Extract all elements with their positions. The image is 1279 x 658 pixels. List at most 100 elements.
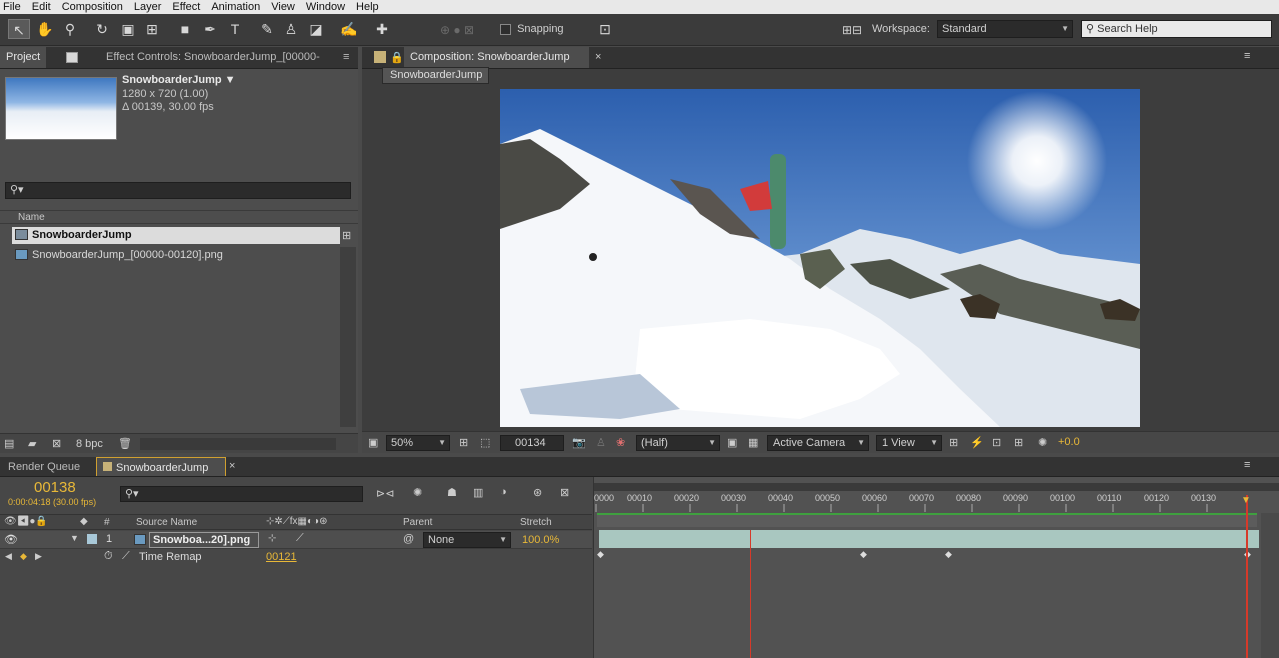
reset-exposure-icon[interactable]: ✺ bbox=[1038, 436, 1047, 449]
trash-icon[interactable]: 🗑 bbox=[118, 437, 132, 450]
toggle-pixel-aspect-icon[interactable]: ⊞ bbox=[949, 436, 958, 449]
graph-scrollbar[interactable] bbox=[1261, 513, 1279, 658]
transparency-grid-icon[interactable]: ▦ bbox=[748, 436, 758, 449]
pan-behind-tool-icon[interactable]: ⊞ bbox=[141, 19, 163, 39]
project-item-composition[interactable]: SnowboarderJump bbox=[12, 227, 340, 244]
view-layout-select[interactable]: 1 View ▼ bbox=[876, 435, 942, 451]
graph-icon[interactable]: ⟋ bbox=[122, 550, 130, 563]
region-of-interest-icon[interactable]: ▣ bbox=[727, 436, 737, 449]
keyframe-diamond[interactable]: ◆ bbox=[597, 549, 604, 560]
comp-title[interactable]: SnowboarderJump ▼ bbox=[122, 74, 236, 86]
work-area-bar[interactable] bbox=[597, 513, 1257, 527]
playhead-handle-icon[interactable]: ▼ bbox=[1241, 495, 1251, 506]
prev-keyframe-icon[interactable]: ◀ bbox=[5, 551, 12, 562]
eye-icon[interactable]: 👁 bbox=[4, 533, 18, 546]
timeline-search-input[interactable]: ⚲▾ bbox=[120, 486, 363, 502]
flowchart-icon[interactable]: ⊞ bbox=[1014, 436, 1023, 449]
close-icon[interactable]: × bbox=[595, 51, 601, 63]
interpret-footage-icon[interactable]: ▤ bbox=[4, 437, 14, 450]
tab-composition[interactable]: Composition: SnowboarderJump ▼ bbox=[404, 47, 589, 82]
hand-tool-icon[interactable]: ✋ bbox=[34, 19, 56, 39]
keyframe-diamond[interactable]: ◆ bbox=[860, 549, 867, 560]
effect-controls-lock-icon[interactable] bbox=[66, 52, 78, 63]
time-ruler[interactable]: 0000 00010 00020 00030 00040 00050 00060 00070 0… bbox=[594, 490, 1279, 512]
show-snapshot-icon[interactable]: ♙ bbox=[596, 436, 606, 449]
tab-effect-controls[interactable]: Effect Controls: SnowboarderJump_[00000- bbox=[100, 47, 326, 68]
bit-depth-label[interactable]: 8 bpc bbox=[76, 438, 103, 450]
time-remap-value[interactable]: 00121 bbox=[266, 551, 297, 563]
column-source-name[interactable]: Source Name bbox=[136, 517, 197, 528]
menu-effect[interactable]: Effect bbox=[169, 0, 208, 14]
snapping-checkbox[interactable] bbox=[500, 23, 511, 35]
timeline-graph-area[interactable]: 0000 00010 00020 00030 00040 00050 00060 00070 0… bbox=[593, 477, 1279, 658]
lock-icon[interactable]: 🔒 bbox=[390, 51, 404, 64]
type-tool-icon[interactable]: T bbox=[224, 19, 246, 39]
always-preview-icon[interactable]: ▣ bbox=[368, 436, 378, 449]
layer-row[interactable]: 👁 ▼ 1 Snowboa...20].png ⊹ ⟋ @ None ▼ 100… bbox=[0, 531, 592, 549]
new-folder-icon[interactable]: ▰ bbox=[28, 437, 36, 450]
layer-duration-bar[interactable] bbox=[599, 530, 1259, 548]
panel-menu-icon[interactable]: ≡ bbox=[1244, 459, 1250, 471]
safe-zones-icon[interactable]: ⊞ bbox=[459, 436, 468, 449]
menu-animation[interactable]: Animation bbox=[208, 0, 268, 14]
layer-name[interactable]: Snowboa...20].png bbox=[149, 532, 259, 548]
current-time-display[interactable]: 00138 bbox=[34, 479, 76, 496]
keyframe-diamond[interactable]: ◆ bbox=[945, 549, 952, 560]
current-frame-field[interactable]: 00134 bbox=[500, 435, 564, 451]
brush-tool-icon[interactable]: ✎ bbox=[256, 19, 278, 39]
search-help-field[interactable]: ⚲ Search Help bbox=[1081, 20, 1272, 38]
brainstorm-icon[interactable]: ⊛ bbox=[533, 486, 542, 499]
snapping-toggle[interactable]: Snapping bbox=[500, 23, 564, 35]
tab-render-queue[interactable]: Render Queue bbox=[2, 457, 86, 476]
frame-blending-icon[interactable]: ▥ bbox=[473, 486, 483, 499]
pen-tool-icon[interactable]: ✒ bbox=[199, 19, 221, 39]
project-scrollbar[interactable] bbox=[340, 247, 356, 427]
column-name[interactable]: Name bbox=[18, 212, 45, 223]
draft-3d-icon[interactable]: ✺ bbox=[413, 486, 422, 499]
flowchart-icon[interactable]: ⊞ bbox=[342, 229, 351, 242]
zoom-tool-icon[interactable]: ⚲ bbox=[59, 19, 81, 39]
resolution-select[interactable]: (Half) ▼ bbox=[636, 435, 720, 451]
project-search-input[interactable]: ⚲▾ bbox=[5, 182, 351, 199]
add-keyframe-icon[interactable]: ◆ bbox=[20, 551, 27, 562]
selection-tool-icon[interactable]: ↖ bbox=[8, 19, 30, 39]
graph-editor-icon[interactable]: ⊠ bbox=[560, 486, 569, 499]
snap-options-icon[interactable]: ⊡ bbox=[594, 19, 616, 39]
motion-blur-icon[interactable]: ◑ bbox=[500, 486, 507, 498]
comp-breadcrumb[interactable]: SnowboarderJump bbox=[382, 67, 489, 84]
panel-menu-icon[interactable]: ≡ bbox=[1244, 50, 1250, 62]
channel-icon[interactable]: ❀ bbox=[616, 436, 625, 449]
puppet-pin-tool-icon[interactable]: ✚ bbox=[371, 19, 393, 39]
roto-brush-tool-icon[interactable]: ✍ bbox=[338, 19, 360, 39]
project-item-footage[interactable]: SnowboarderJump_[00000-00120].png bbox=[12, 247, 223, 264]
menu-layer[interactable]: Layer bbox=[131, 0, 170, 14]
stopwatch-icon[interactable]: ⏱ bbox=[104, 550, 113, 563]
tab-timeline-comp[interactable]: SnowboarderJump bbox=[96, 457, 226, 476]
menu-window[interactable]: Window bbox=[303, 0, 353, 14]
next-keyframe-icon[interactable]: ▶ bbox=[35, 551, 42, 562]
composition-viewer[interactable] bbox=[500, 89, 1140, 427]
exposure-value[interactable]: +0.0 bbox=[1058, 436, 1080, 448]
menu-edit[interactable]: Edit bbox=[29, 0, 59, 14]
quality-switch-icon[interactable]: ⟋ bbox=[296, 532, 304, 545]
pickwhip-icon[interactable]: @ bbox=[403, 533, 414, 545]
workspace-select[interactable]: Standard ▼ bbox=[937, 20, 1073, 38]
comp-mini-flowchart-icon[interactable]: ⊳⊲ bbox=[376, 487, 394, 500]
fast-previews-icon[interactable]: ⚡ bbox=[970, 436, 984, 449]
eraser-tool-icon[interactable]: ◪ bbox=[305, 19, 327, 39]
shy-switch-icon[interactable]: ⊹ bbox=[268, 533, 276, 544]
snapshot-camera-icon[interactable]: 📷 bbox=[572, 436, 586, 449]
clone-stamp-tool-icon[interactable]: ♙ bbox=[280, 19, 302, 39]
camera-tool-icon[interactable]: ▣ bbox=[117, 19, 139, 39]
rotate-tool-icon[interactable]: ↻ bbox=[91, 19, 113, 39]
horizontal-scrollbar[interactable] bbox=[140, 438, 336, 450]
new-comp-icon[interactable]: ⊠ bbox=[52, 437, 61, 450]
shy-layers-icon[interactable]: ☗ bbox=[447, 486, 457, 499]
parent-select[interactable]: None ▼ bbox=[423, 532, 511, 548]
panel-menu-icon[interactable]: ≡ bbox=[343, 51, 349, 63]
menu-composition[interactable]: Composition bbox=[59, 0, 131, 14]
menu-view[interactable]: View bbox=[268, 0, 303, 14]
menu-help[interactable]: Help bbox=[353, 0, 387, 14]
label-color-icon[interactable] bbox=[87, 534, 97, 544]
mask-visibility-icon[interactable]: ⬚ bbox=[480, 436, 490, 449]
